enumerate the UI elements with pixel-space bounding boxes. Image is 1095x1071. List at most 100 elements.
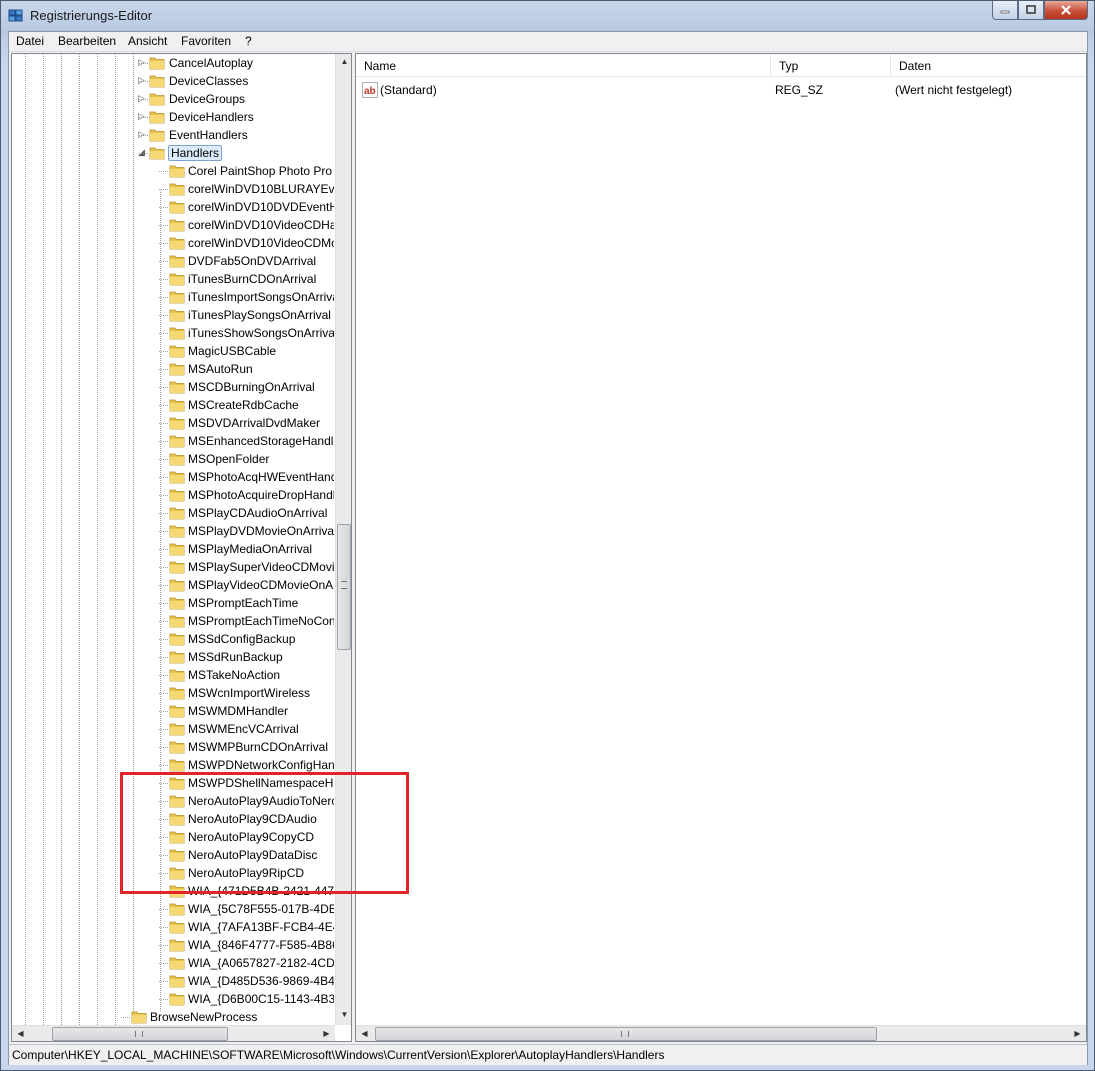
title-bar[interactable]: Registrierungs-Editor (1, 1, 1094, 31)
folder-icon (169, 343, 185, 358)
header-divider (356, 76, 1086, 77)
tree-hscroll-thumb[interactable] (52, 1027, 228, 1041)
tree-connector (159, 711, 168, 712)
tree-item[interactable]: corelWinDVD10DVDEventHandler (12, 198, 334, 216)
tree-item[interactable]: corelWinDVD10VideoCDMovie (12, 234, 334, 252)
tree-item[interactable]: iTunesShowSongsOnArrival (12, 324, 334, 342)
folder-icon (169, 649, 185, 664)
folder-icon (169, 235, 185, 250)
scroll-down-arrow-icon[interactable]: ▼ (336, 1010, 351, 1019)
tree-item[interactable]: corelWinDVD10BLURAYEventHandler (12, 180, 334, 198)
tree-item[interactable]: MSWMEncVCArrival (12, 720, 334, 738)
menu-favoriten[interactable]: Favoriten (181, 34, 231, 48)
tree-connector (159, 243, 168, 244)
tree-item[interactable]: ▷ DeviceHandlers (12, 108, 334, 126)
folder-icon (169, 541, 185, 556)
tree-item[interactable]: MSSdRunBackup (12, 648, 334, 666)
tree-item[interactable]: Corel PaintShop Photo Pro X3 (12, 162, 334, 180)
folder-icon (169, 667, 185, 682)
value-type: REG_SZ (775, 83, 824, 97)
tree-horizontal-scrollbar[interactable]: ◀ ▶ (12, 1025, 335, 1041)
tree-item[interactable]: ▷ DeviceGroups (12, 90, 334, 108)
tree-item[interactable]: MSWcnImportWireless (12, 684, 334, 702)
tree-item-label: Corel PaintShop Photo Pro X3 (188, 164, 334, 178)
minimize-icon (1000, 10, 1010, 14)
column-header-data[interactable]: Daten (891, 54, 1086, 76)
tree-connector (159, 603, 168, 604)
tree-item[interactable]: MSCreateRdbCache (12, 396, 334, 414)
tree-item[interactable]: MSPlayVideoCDMovieOnArrival (12, 576, 334, 594)
tree-item[interactable]: WIA_{5C78F555-017B-4DBE- (12, 900, 334, 918)
tree-item[interactable]: MSPlaySuperVideoCDMovieOnArrival (12, 558, 334, 576)
tree-item[interactable]: MSCDBurningOnArrival (12, 378, 334, 396)
tree-item[interactable]: BrowseNewProcess (12, 1008, 334, 1025)
values-list[interactable]: Name Typ Daten ab (Standard) REG_SZ (Wer… (355, 53, 1087, 1042)
tree-item[interactable]: MSAutoRun (12, 360, 334, 378)
tree-item[interactable]: corelWinDVD10VideoCDHandler (12, 216, 334, 234)
menu-ansicht[interactable]: Ansicht (128, 34, 167, 48)
folder-icon (169, 199, 185, 214)
tree-item[interactable]: MSPromptEachTimeNoContent (12, 612, 334, 630)
tree-item[interactable]: MSDVDArrivalDvdMaker (12, 414, 334, 432)
column-header-type[interactable]: Typ (771, 54, 891, 76)
menu-bearbeiten[interactable]: Bearbeiten (58, 34, 116, 48)
column-header-name[interactable]: Name (356, 54, 771, 76)
scroll-right-arrow-icon[interactable]: ▶ (1069, 1029, 1086, 1038)
list-horizontal-scrollbar[interactable]: ◀ ▶ (356, 1025, 1086, 1041)
folder-icon (169, 505, 185, 520)
tree-item[interactable]: WIA_{D485D536-9869-4B40- (12, 972, 334, 990)
tree-item[interactable]: MSSdConfigBackup (12, 630, 334, 648)
list-hscroll-thumb[interactable] (375, 1027, 877, 1041)
tree-connector (139, 135, 148, 136)
tree-item[interactable]: DVDFab5OnDVDArrival (12, 252, 334, 270)
tree-item[interactable]: MSTakeNoAction (12, 666, 334, 684)
tree-item[interactable]: MSEnhancedStorageHandler (12, 432, 334, 450)
tree-connector (159, 729, 168, 730)
tree-connector (159, 495, 168, 496)
scroll-right-arrow-icon[interactable]: ▶ (318, 1029, 335, 1038)
tree-connector (159, 441, 168, 442)
tree-item[interactable]: ▷ DeviceClasses (12, 72, 334, 90)
tree-item[interactable]: iTunesBurnCDOnArrival (12, 270, 334, 288)
tree-item[interactable]: MSPlayMediaOnArrival (12, 540, 334, 558)
tree-item[interactable]: iTunesPlaySongsOnArrival (12, 306, 334, 324)
tree-item-label: WIA_{5C78F555-017B-4DBE- (188, 902, 334, 916)
folder-icon (169, 757, 185, 772)
tree-item[interactable]: MSWMDMHandler (12, 702, 334, 720)
scroll-left-arrow-icon[interactable]: ◀ (356, 1029, 373, 1038)
tree-item-selected[interactable]: ◢ Handlers (12, 144, 334, 162)
tree-item[interactable]: ▷ EventHandlers (12, 126, 334, 144)
folder-icon (169, 595, 185, 610)
tree-item[interactable]: MSPhotoAcqHWEventHandler (12, 468, 334, 486)
tree-item-label: MSWMEncVCArrival (188, 722, 299, 736)
tree-item[interactable]: MSOpenFolder (12, 450, 334, 468)
tree-item-label: BrowseNewProcess (150, 1010, 258, 1024)
minimize-button[interactable] (992, 1, 1018, 20)
tree-item[interactable]: MSPromptEachTime (12, 594, 334, 612)
maximize-button[interactable] (1018, 1, 1044, 20)
folder-icon (169, 181, 185, 196)
scroll-left-arrow-icon[interactable]: ◀ (12, 1029, 29, 1038)
tree-item[interactable]: WIA_{846F4777-F585-4B86-A (12, 936, 334, 954)
tree-item[interactable]: WIA_{7AFA13BF-FCB4-4E40- (12, 918, 334, 936)
tree-item-label: MSPlaySuperVideoCDMovieOnArrival (188, 560, 334, 574)
tree-item[interactable]: MagicUSBCable (12, 342, 334, 360)
tree-item[interactable]: WIA_{D6B00C15-1143-4B37- (12, 990, 334, 1008)
tree-item[interactable]: WIA_{A0657827-2182-4CDE- (12, 954, 334, 972)
value-row[interactable]: ab (Standard) REG_SZ (Wert nicht festgel… (356, 82, 1086, 100)
scroll-up-arrow-icon[interactable]: ▲ (336, 57, 351, 66)
tree-item[interactable]: MSPlayCDAudioOnArrival (12, 504, 334, 522)
menu-datei[interactable]: Datei (16, 34, 44, 48)
tree-item[interactable]: MSPhotoAcquireDropHandler (12, 486, 334, 504)
folder-icon (169, 379, 185, 394)
tree-item[interactable]: ▷ CancelAutoplay (12, 54, 334, 72)
tree-item-label: MSSdRunBackup (188, 650, 283, 664)
tree-item[interactable]: MSWMPBurnCDOnArrival (12, 738, 334, 756)
menu-help[interactable]: ? (245, 34, 252, 48)
close-button[interactable] (1044, 1, 1088, 20)
tree-scroll-thumb[interactable] (337, 524, 351, 650)
tree-item-label: MSOpenFolder (188, 452, 270, 466)
tree-item[interactable]: MSPlayDVDMovieOnArrival (12, 522, 334, 540)
tree-connector (159, 531, 168, 532)
tree-item[interactable]: iTunesImportSongsOnArrival (12, 288, 334, 306)
